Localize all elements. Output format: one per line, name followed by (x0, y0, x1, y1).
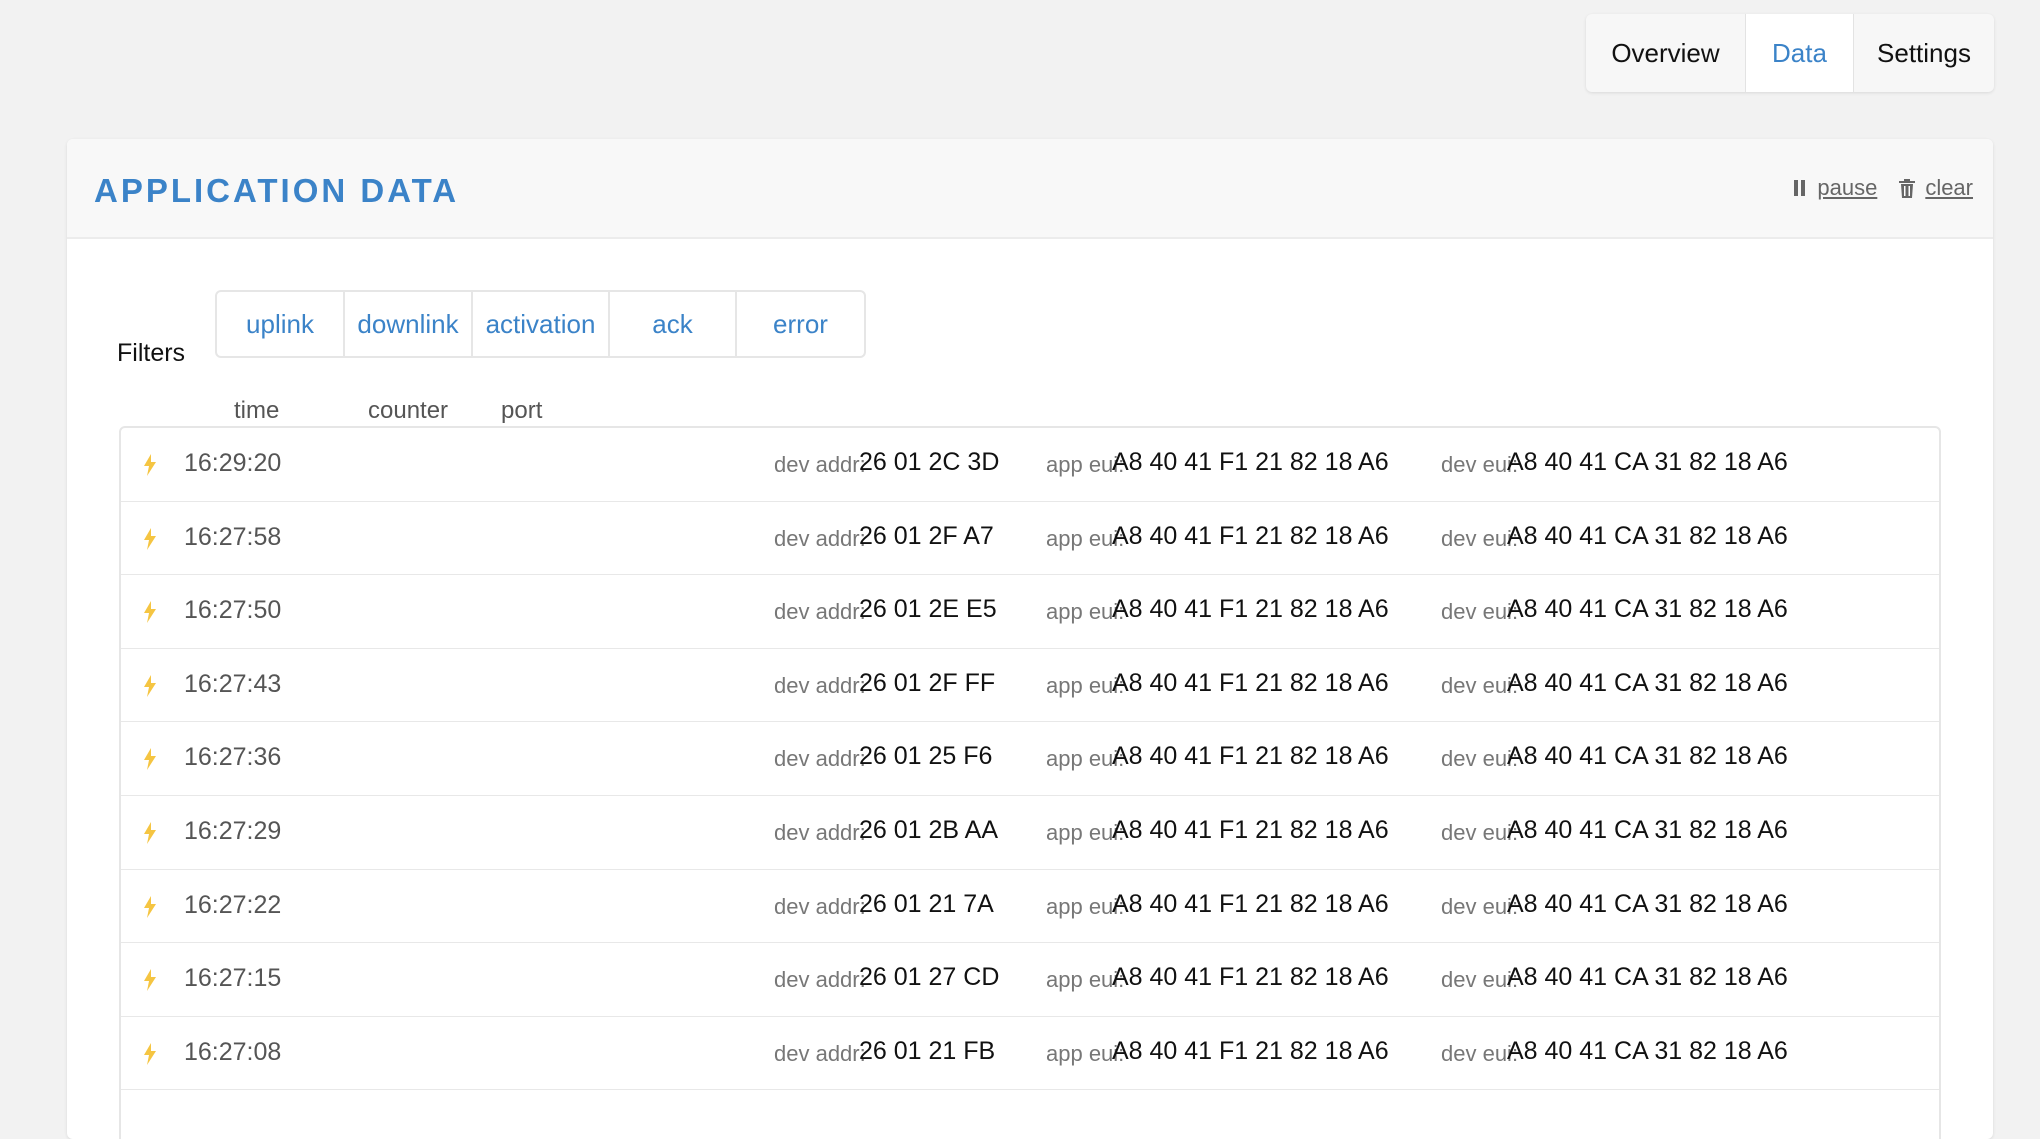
header-actions: pause clear (1793, 175, 1973, 201)
lightning-bolt-icon (144, 895, 156, 918)
tab-overview[interactable]: Overview (1586, 14, 1746, 92)
app-eui-value: A8 40 41 F1 21 82 18 A6 (1112, 448, 1389, 476)
dev-addr-label: dev addr: (774, 672, 866, 698)
panel-title: APPLICATION DATA (94, 172, 460, 209)
table-row[interactable] (121, 1090, 1939, 1139)
table-row[interactable]: 16:27:22 dev addr: 26 01 21 7A app eui: … (121, 870, 1939, 944)
app-eui-value: A8 40 41 F1 21 82 18 A6 (1112, 668, 1389, 697)
filter-group: uplink downlink activation ack error (215, 290, 866, 358)
dev-addr-value: 26 01 21 FB (859, 1036, 996, 1065)
dev-eui-value: A8 40 41 CA 31 82 18 A6 (1507, 595, 1788, 624)
app-eui-value: A8 40 41 F1 21 82 18 A6 (1112, 595, 1389, 624)
table-row[interactable]: 16:27:43 dev addr: 26 01 2F FF app eui: … (121, 649, 1939, 723)
dev-addr-label: dev addr: (774, 1040, 866, 1066)
table-row[interactable]: 16:27:36 dev addr: 26 01 25 F6 app eui: … (121, 722, 1939, 796)
row-time: 16:27:43 (184, 669, 282, 698)
lightning-bolt-icon (144, 674, 156, 697)
panel-header: APPLICATION DATA pause clear (67, 139, 1993, 239)
filter-downlink[interactable]: downlink (345, 292, 473, 356)
filter-ack[interactable]: ack (610, 292, 737, 356)
table-row[interactable]: 16:27:58 dev addr: 26 01 2F A7 app eui: … (121, 502, 1939, 576)
app-eui-value: A8 40 41 F1 21 82 18 A6 (1112, 963, 1389, 992)
lightning-bolt-icon (144, 821, 156, 844)
row-time: 16:27:58 (184, 522, 282, 551)
dev-addr-value: 26 01 21 7A (859, 889, 994, 918)
dev-addr-value: 26 01 25 F6 (859, 742, 993, 771)
dev-addr-label: dev addr: (774, 746, 866, 772)
table-row[interactable]: 16:27:50 dev addr: 26 01 2E E5 app eui: … (121, 575, 1939, 649)
app-eui-value: A8 40 41 F1 21 82 18 A6 (1112, 742, 1389, 771)
dev-addr-label: dev addr: (774, 893, 866, 919)
top-tab-bar: Overview Data Settings (1586, 14, 1994, 92)
pause-icon (1794, 180, 1806, 196)
dev-addr-value: 26 01 27 CD (859, 963, 1000, 992)
column-header-port[interactable]: port (501, 397, 542, 425)
dev-addr-label: dev addr: (774, 452, 866, 477)
table-row[interactable]: 16:27:29 dev addr: 26 01 2B AA app eui: … (121, 796, 1939, 870)
row-time: 16:27:22 (184, 890, 282, 919)
dev-addr-label: dev addr: (774, 525, 866, 551)
clear-button[interactable]: clear (1899, 175, 1973, 201)
dev-eui-value: A8 40 41 CA 31 82 18 A6 (1507, 815, 1788, 844)
table-row[interactable]: 16:27:08 dev addr: 26 01 21 FB app eui: … (121, 1017, 1939, 1091)
app-eui-value: A8 40 41 F1 21 82 18 A6 (1112, 889, 1389, 918)
column-header-counter[interactable]: counter (368, 397, 448, 425)
table-row[interactable]: 16:27:15 dev addr: 26 01 27 CD app eui: … (121, 943, 1939, 1017)
dev-eui-value: A8 40 41 CA 31 82 18 A6 (1507, 963, 1788, 992)
table-row[interactable]: 16:29:20 dev addr: 26 01 2C 3D app eui: … (121, 428, 1939, 502)
dev-eui-value: A8 40 41 CA 31 82 18 A6 (1507, 668, 1788, 697)
application-data-panel: APPLICATION DATA pause clear Filters upl… (67, 139, 1993, 1139)
dev-eui-value: A8 40 41 CA 31 82 18 A6 (1507, 521, 1788, 550)
row-time: 16:27:36 (184, 743, 282, 772)
tab-data[interactable]: Data (1746, 14, 1854, 92)
row-time: 16:27:50 (184, 596, 282, 625)
dev-eui-value: A8 40 41 CA 31 82 18 A6 (1507, 742, 1788, 771)
filter-uplink[interactable]: uplink (217, 292, 345, 356)
app-eui-value: A8 40 41 F1 21 82 18 A6 (1112, 815, 1389, 844)
clear-label: clear (1925, 175, 1973, 200)
dev-addr-value: 26 01 2C 3D (859, 448, 1000, 476)
data-table: 16:29:20 dev addr: 26 01 2C 3D app eui: … (119, 426, 1941, 1139)
dev-addr-value: 26 01 2F A7 (859, 521, 994, 550)
dev-eui-value: A8 40 41 CA 31 82 18 A6 (1507, 889, 1788, 918)
dev-addr-label: dev addr: (774, 819, 866, 845)
lightning-bolt-icon (144, 1042, 156, 1065)
lightning-bolt-icon (144, 969, 156, 992)
lightning-bolt-icon (144, 601, 156, 624)
filter-error[interactable]: error (737, 292, 864, 356)
app-eui-value: A8 40 41 F1 21 82 18 A6 (1112, 521, 1389, 550)
trash-icon (1899, 178, 1916, 198)
column-header-time[interactable]: time (234, 397, 279, 425)
tab-settings[interactable]: Settings (1854, 14, 1994, 92)
row-time: 16:29:20 (184, 449, 282, 477)
lightning-bolt-icon (144, 748, 156, 771)
filter-activation[interactable]: activation (473, 292, 610, 356)
lightning-bolt-icon (144, 454, 156, 476)
row-time: 16:27:29 (184, 816, 282, 845)
dev-eui-value: A8 40 41 CA 31 82 18 A6 (1507, 1036, 1788, 1065)
dev-addr-value: 26 01 2B AA (859, 815, 999, 844)
dev-addr-label: dev addr: (774, 599, 866, 625)
row-time: 16:27:08 (184, 1037, 282, 1066)
dev-addr-label: dev addr: (774, 967, 866, 993)
pause-label: pause (1817, 175, 1878, 200)
row-time: 16:27:15 (184, 964, 282, 993)
dev-addr-value: 26 01 2F FF (859, 668, 996, 697)
filters-label: Filters (117, 339, 186, 367)
pause-button[interactable]: pause (1793, 175, 1877, 201)
dev-addr-value: 26 01 2E E5 (859, 595, 997, 624)
app-eui-value: A8 40 41 F1 21 82 18 A6 (1112, 1036, 1389, 1065)
dev-eui-value: A8 40 41 CA 31 82 18 A6 (1507, 448, 1788, 476)
lightning-bolt-icon (144, 527, 156, 550)
